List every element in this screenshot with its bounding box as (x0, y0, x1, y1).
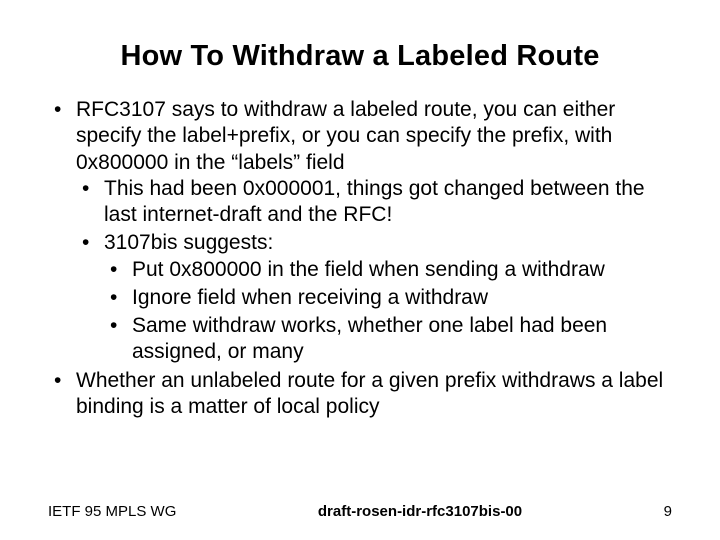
bullet-text: RFC3107 says to withdraw a labeled route… (76, 98, 615, 174)
bullet-text: Put 0x800000 in the field when sending a… (132, 258, 605, 281)
bullet-item: 3107bis suggests: Put 0x800000 in the fi… (76, 230, 672, 365)
slide-footer: IETF 95 MPLS WG draft-rosen-idr-rfc3107b… (0, 503, 720, 520)
bullet-text: Same withdraw works, whether one label h… (132, 314, 607, 363)
page-number: 9 (664, 503, 672, 520)
bullet-item: Ignore field when receiving a withdraw (104, 285, 672, 311)
slide: How To Withdraw a Labeled Route RFC3107 … (0, 0, 720, 540)
slide-title: How To Withdraw a Labeled Route (48, 40, 672, 73)
footer-left: IETF 95 MPLS WG (48, 503, 176, 520)
bullet-item: RFC3107 says to withdraw a labeled route… (48, 97, 672, 366)
bullet-item: Same withdraw works, whether one label h… (104, 313, 672, 366)
bullet-text: Ignore field when receiving a withdraw (132, 286, 488, 309)
bullet-list: RFC3107 says to withdraw a labeled route… (48, 97, 672, 420)
bullet-text: 3107bis suggests: (104, 231, 273, 254)
bullet-item: This had been 0x000001, things got chang… (76, 176, 672, 229)
footer-center: draft-rosen-idr-rfc3107bis-00 (176, 503, 663, 520)
bullet-list: This had been 0x000001, things got chang… (76, 176, 672, 366)
bullet-text: This had been 0x000001, things got chang… (104, 177, 645, 226)
slide-body: RFC3107 says to withdraw a labeled route… (48, 97, 672, 420)
bullet-text: Whether an unlabeled route for a given p… (76, 369, 663, 418)
bullet-list: Put 0x800000 in the field when sending a… (104, 257, 672, 366)
bullet-item: Whether an unlabeled route for a given p… (48, 368, 672, 421)
bullet-item: Put 0x800000 in the field when sending a… (104, 257, 672, 283)
